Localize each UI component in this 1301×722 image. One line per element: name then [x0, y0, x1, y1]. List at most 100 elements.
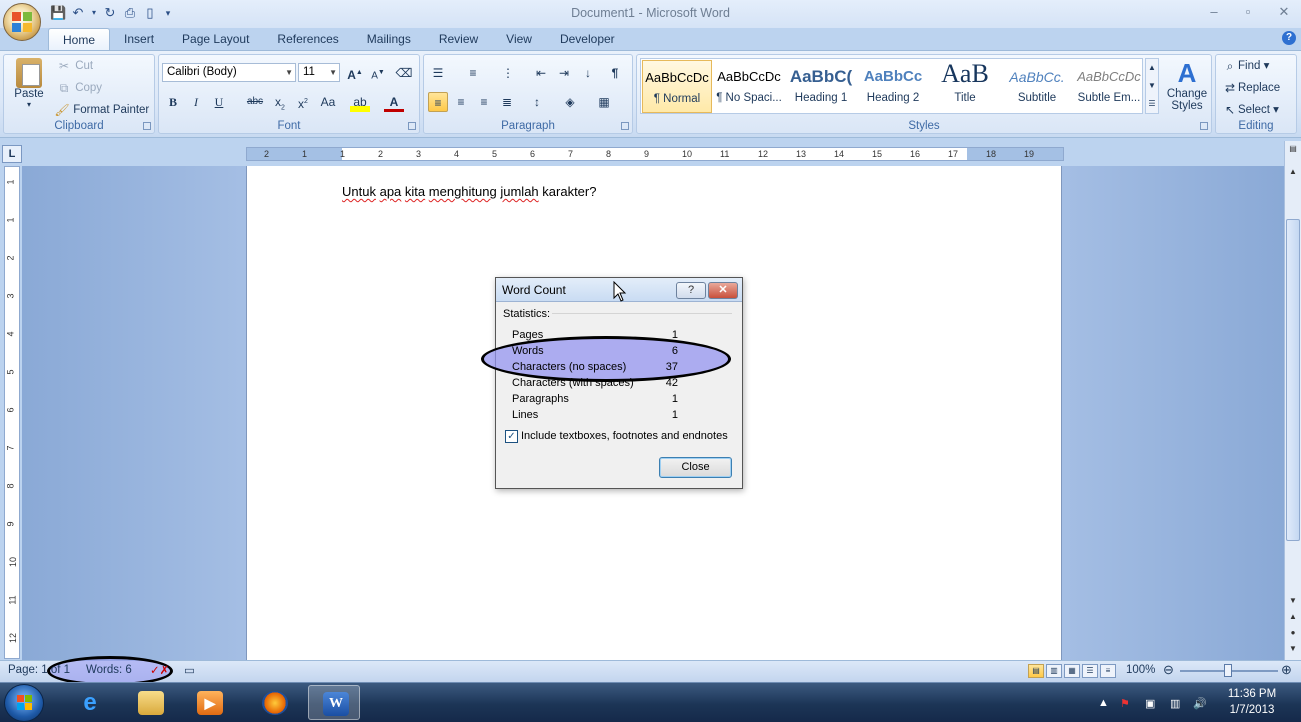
tab-home[interactable]: Home	[48, 28, 111, 50]
office-button[interactable]	[3, 3, 41, 41]
next-page-icon[interactable]: ▼	[1285, 644, 1301, 653]
style-heading-2[interactable]: AaBbCc Heading 2	[858, 60, 928, 113]
scroll-down-icon[interactable]: ▼	[1285, 596, 1301, 605]
tab-review[interactable]: Review	[425, 28, 492, 50]
vertical-scrollbar[interactable]: ▤ ▲ ▼ ▲ ● ▼	[1284, 141, 1301, 660]
style-title[interactable]: AaB Title	[930, 60, 1000, 113]
find-button[interactable]: ⌕ Find ▾	[1222, 58, 1270, 74]
style-heading-1[interactable]: AaBbC( Heading 1	[786, 60, 856, 113]
strikethrough-icon[interactable]: abc	[245, 92, 265, 112]
change-styles-button[interactable]: A Change Styles	[1164, 58, 1210, 112]
power-icon[interactable]: ▥	[1170, 697, 1180, 710]
align-left-icon[interactable]: ≡	[428, 92, 448, 112]
help-icon[interactable]: ?	[1282, 31, 1296, 45]
style-subtitle[interactable]: AaBbCc. Subtitle	[1002, 60, 1072, 113]
select-browse-object-icon[interactable]: ●	[1285, 628, 1301, 637]
full-screen-reading-icon[interactable]: ▥	[1046, 664, 1062, 678]
action-center-icon[interactable]: ⚑	[1120, 697, 1130, 710]
maximize-button[interactable]: ▫	[1238, 4, 1258, 19]
shrink-font-icon[interactable]: A▼	[368, 63, 388, 83]
increase-indent-icon[interactable]: ⇥	[554, 63, 574, 83]
word-count-status[interactable]: Words: 6	[86, 664, 132, 676]
decrease-indent-icon[interactable]: ⇤	[531, 63, 551, 83]
superscript-icon[interactable]: x2	[293, 92, 313, 112]
font-color-icon[interactable]: A	[384, 92, 404, 112]
borders-icon[interactable]: ▦	[594, 92, 614, 112]
styles-dialog-launcher-icon[interactable]	[1200, 122, 1208, 130]
cut-button[interactable]: ✂ Cut	[56, 58, 93, 74]
taskbar-file-explorer[interactable]	[124, 685, 176, 720]
macro-record-icon[interactable]: ▭	[184, 663, 195, 677]
tab-insert[interactable]: Insert	[110, 28, 168, 50]
format-painter-button[interactable]: 🖌 Format Painter	[54, 102, 149, 118]
draft-view-icon[interactable]: ≡	[1100, 664, 1116, 678]
volume-icon[interactable]: 🔊	[1193, 697, 1207, 710]
tab-page-layout[interactable]: Page Layout	[168, 28, 263, 50]
dialog-close-icon[interactable]: ✕	[708, 282, 738, 299]
clock-time[interactable]: 11:36 PM	[1225, 688, 1279, 700]
dialog-help-button[interactable]: ?	[676, 282, 706, 299]
clear-formatting-icon[interactable]: ⌫	[394, 63, 414, 83]
vertical-ruler[interactable]: 1 1 2 3 4 5 6 7 8 9 10 11 12	[4, 166, 20, 659]
document-text[interactable]: Untuk apa kita menghitung jumlah karakte…	[342, 184, 596, 199]
paste-button[interactable]: Paste ▾	[12, 58, 46, 110]
zoom-slider-thumb[interactable]	[1224, 664, 1232, 677]
font-dialog-launcher-icon[interactable]	[408, 122, 416, 130]
tab-references[interactable]: References	[263, 28, 352, 50]
style-normal[interactable]: AaBbCcDc ¶ Normal	[642, 60, 712, 113]
subscript-icon[interactable]: x2	[270, 92, 290, 112]
include-textboxes-checkbox[interactable]: ✓	[505, 430, 518, 443]
close-button[interactable]: Close	[659, 457, 732, 478]
grow-font-icon[interactable]: A▲	[345, 63, 365, 83]
taskbar-firefox[interactable]	[248, 685, 300, 720]
bold-icon[interactable]: B	[163, 92, 183, 112]
print-layout-view-icon[interactable]: ▤	[1028, 664, 1044, 678]
chevron-down-icon[interactable]: ▼	[1146, 77, 1158, 95]
clipboard-dialog-launcher-icon[interactable]	[143, 122, 151, 130]
tab-view[interactable]: View	[492, 28, 546, 50]
bullets-icon[interactable]: ☰	[428, 63, 448, 83]
shading-icon[interactable]: ◈	[560, 92, 580, 112]
previous-page-icon[interactable]: ▲	[1285, 612, 1301, 621]
sort-icon[interactable]: ↓	[578, 63, 598, 83]
more-icon[interactable]: ☰	[1146, 95, 1158, 113]
tab-stop-selector-icon[interactable]: L	[2, 145, 22, 163]
line-spacing-icon[interactable]: ↕	[527, 92, 547, 112]
font-size-select[interactable]: 11 ▼	[298, 63, 340, 82]
replace-button[interactable]: ⇄ Replace	[1222, 80, 1280, 96]
align-right-icon[interactable]: ≡	[474, 92, 494, 112]
change-case-icon[interactable]: Aa	[318, 92, 338, 112]
numbering-icon[interactable]: ≡	[463, 63, 483, 83]
align-center-icon[interactable]: ≡	[451, 92, 471, 112]
taskbar-internet-explorer[interactable]: e	[63, 685, 115, 720]
start-button[interactable]	[4, 684, 44, 722]
paragraph-dialog-launcher-icon[interactable]	[621, 122, 629, 130]
view-ruler-icon[interactable]: ▤	[1285, 144, 1301, 153]
chevron-up-icon[interactable]: ▲	[1146, 59, 1158, 77]
show-hidden-icons[interactable]: ▲	[1098, 697, 1109, 709]
tab-developer[interactable]: Developer	[546, 28, 629, 50]
style-subtle-emphasis[interactable]: AaBbCcDc Subtle Em...	[1074, 60, 1144, 113]
horizontal-ruler[interactable]: 2 1 1 2 3 4 5 6 7 8 9 10 11 12 13 14 15 16 17 18 19	[246, 147, 1064, 161]
italic-icon[interactable]: I	[186, 92, 206, 112]
select-button[interactable]: ↖ Select ▾	[1222, 102, 1279, 118]
zoom-in-icon[interactable]: ⊕	[1281, 662, 1292, 678]
underline-icon[interactable]: U	[209, 92, 229, 112]
scrollbar-thumb[interactable]	[1286, 219, 1300, 541]
zoom-level[interactable]: 100%	[1126, 664, 1155, 676]
minimize-button[interactable]: –	[1204, 4, 1224, 19]
outline-view-icon[interactable]: ☰	[1082, 664, 1098, 678]
style-no-spacing[interactable]: AaBbCcDc ¶ No Spaci...	[714, 60, 784, 113]
highlight-icon[interactable]: ab	[350, 92, 370, 112]
zoom-out-icon[interactable]: ⊖	[1163, 662, 1174, 678]
proofing-icon[interactable]: ✓✗	[150, 663, 169, 677]
copy-button[interactable]: ⧉ Copy	[56, 80, 102, 96]
web-layout-icon[interactable]: ▦	[1064, 664, 1080, 678]
taskbar-microsoft-word[interactable]: W	[308, 685, 360, 720]
taskbar-media-player[interactable]: ▶	[183, 685, 235, 720]
justify-icon[interactable]: ≣	[497, 92, 517, 112]
network-icon[interactable]: ▣	[1145, 697, 1155, 710]
show-formatting-marks-icon[interactable]: ¶	[605, 63, 625, 83]
multilevel-list-icon[interactable]: ⋮	[498, 63, 518, 83]
font-family-select[interactable]: Calibri (Body) ▼	[162, 63, 296, 82]
